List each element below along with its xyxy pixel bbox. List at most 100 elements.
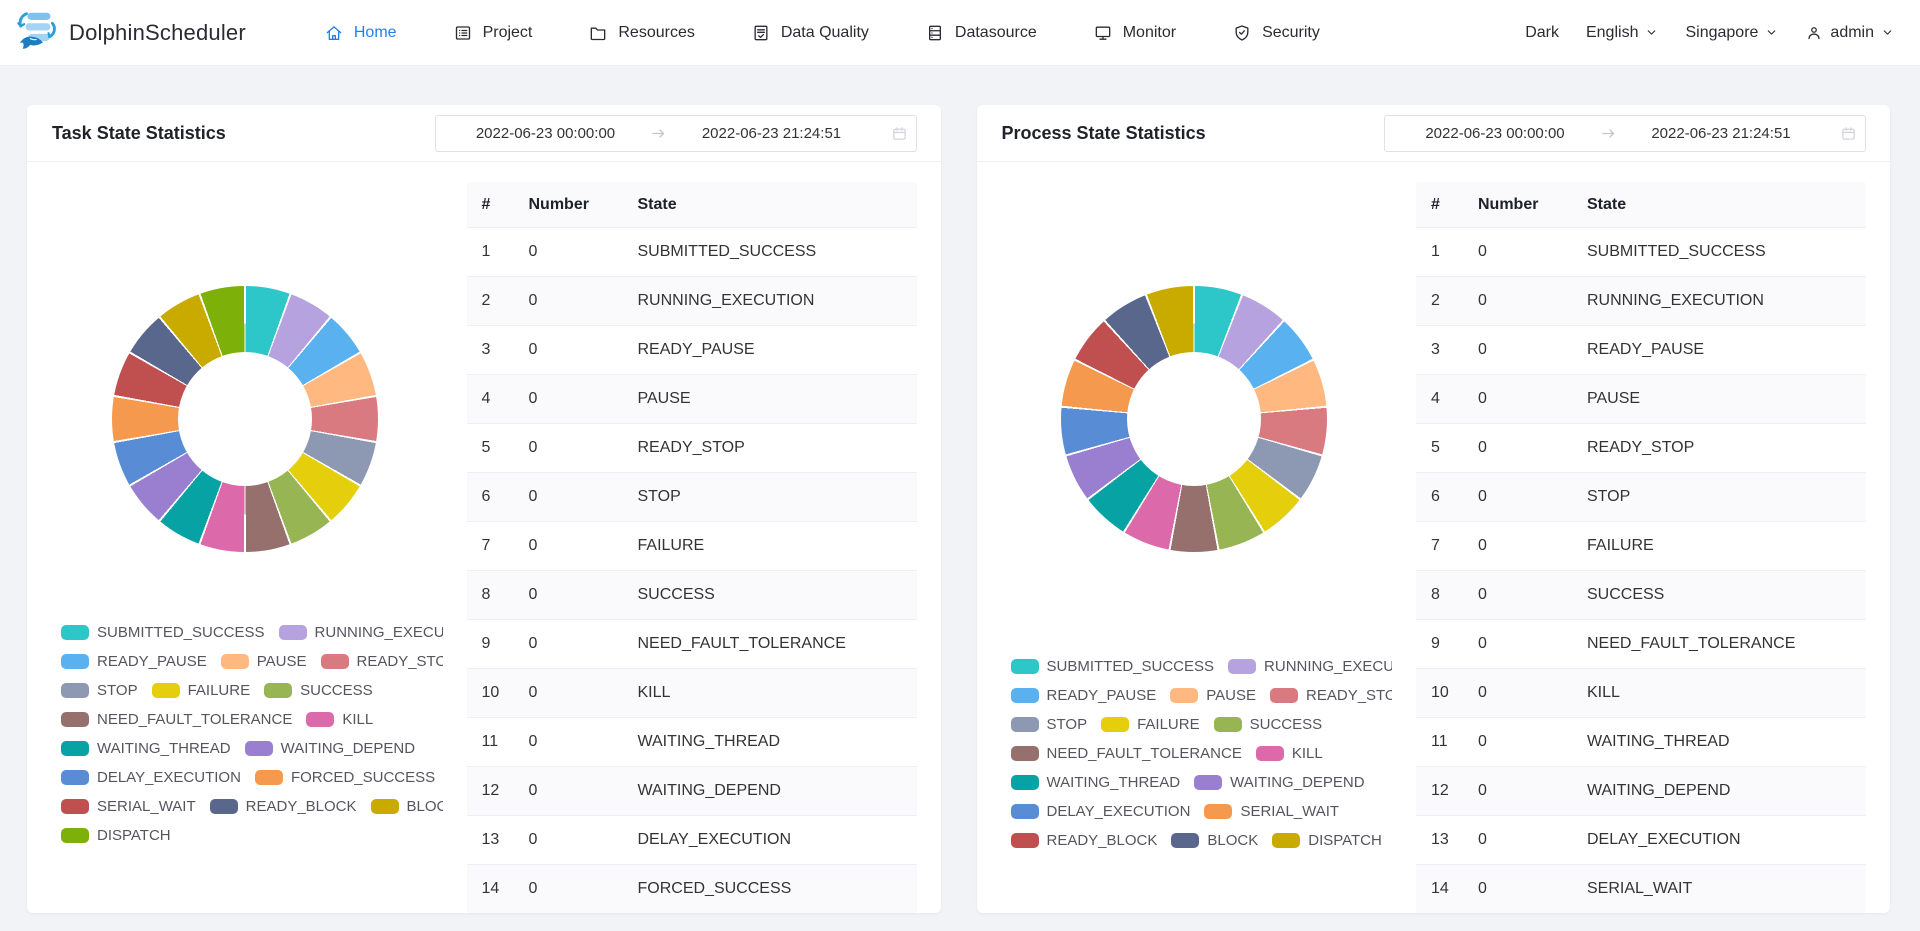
table-row: 80SUCCESS: [467, 571, 917, 620]
table-row: 70FAILURE: [467, 522, 917, 571]
nav-item-project[interactable]: Project: [453, 23, 533, 43]
range-arrow-icon: [1597, 125, 1619, 142]
legend-item[interactable]: SUBMITTED_SUCCESS: [61, 618, 265, 647]
state-table-body: 10SUBMITTED_SUCCESS20RUNNING_EXECUTION30…: [467, 228, 917, 913]
legend-item[interactable]: READY_BLOCK: [1011, 826, 1158, 855]
legend-item[interactable]: DISPATCH: [1272, 826, 1382, 855]
end-date-input[interactable]: 2022-06-23 21:24:51: [670, 125, 874, 142]
legend-item[interactable]: DELAY_EXECUTION: [61, 763, 241, 792]
legend-item[interactable]: WAITING_DEPEND: [1194, 768, 1364, 797]
legend-label: SUCCESS: [300, 682, 373, 699]
legend-item[interactable]: FORCED_SUCCESS: [255, 763, 435, 792]
legend-label: SUCCESS: [1250, 716, 1323, 733]
column-header-number: Number: [514, 196, 623, 214]
start-date-input[interactable]: 2022-06-23 00:00:00: [1393, 125, 1597, 142]
legend-color-chip: [371, 799, 399, 814]
nav-item-home[interactable]: Home: [324, 23, 397, 43]
date-range-picker[interactable]: 2022-06-23 00:00:00 2022-06-23 21:24:51: [1384, 115, 1866, 152]
legend-item[interactable]: DELAY_EXECUTION: [1011, 797, 1191, 826]
row-index: 4: [467, 390, 514, 408]
nav-item-datasource[interactable]: Datasource: [925, 23, 1037, 43]
dolphinscheduler-home-page: DolphinScheduler Home Project: [0, 0, 1920, 931]
legend-item[interactable]: KILL: [1256, 739, 1323, 768]
legend-item[interactable]: RUNNING_EXECUTION: [279, 618, 443, 647]
table-row: 40PAUSE: [1416, 375, 1866, 424]
legend-item[interactable]: READY_BLOCK: [210, 792, 357, 821]
row-index: 14: [1416, 880, 1463, 898]
legend-item[interactable]: PAUSE: [1170, 681, 1256, 710]
legend-color-chip: [1011, 804, 1039, 819]
legend-item[interactable]: SERIAL_WAIT: [1204, 797, 1339, 826]
legend-item[interactable]: FAILURE: [152, 676, 251, 705]
user-menu[interactable]: admin: [1805, 24, 1894, 42]
legend-color-chip: [1256, 746, 1284, 761]
top-navigation-bar: DolphinScheduler Home Project: [0, 0, 1920, 66]
date-range-picker[interactable]: 2022-06-23 00:00:00 2022-06-23 21:24:51: [435, 115, 917, 152]
legend-item[interactable]: KILL: [306, 705, 373, 734]
row-state: NEED_FAULT_TOLERANCE: [623, 635, 917, 653]
calendar-icon[interactable]: [874, 125, 908, 142]
row-state: RUNNING_EXECUTION: [1572, 292, 1866, 310]
legend-item[interactable]: DISPATCH: [61, 821, 171, 850]
nav-item-resources[interactable]: Resources: [588, 23, 694, 43]
legend-item[interactable]: SUCCESS: [264, 676, 373, 705]
legend-item[interactable]: STOP: [61, 676, 138, 705]
row-index: 5: [1416, 439, 1463, 457]
row-index: 9: [467, 635, 514, 653]
legend-item[interactable]: READY_PAUSE: [61, 647, 207, 676]
end-date-input[interactable]: 2022-06-23 21:24:51: [1619, 125, 1823, 142]
dolphinscheduler-logo[interactable]: DolphinScheduler: [15, 7, 246, 58]
table-row: 100KILL: [467, 669, 917, 718]
table-header-row: # Number State: [467, 182, 917, 228]
legend-color-chip: [1272, 833, 1300, 848]
legend-item[interactable]: SUCCESS: [1214, 710, 1323, 739]
legend-label: KILL: [342, 711, 373, 728]
legend-item[interactable]: READY_PAUSE: [1011, 681, 1157, 710]
legend-item[interactable]: SUBMITTED_SUCCESS: [1011, 652, 1215, 681]
legend-label: SERIAL_WAIT: [97, 798, 196, 815]
legend-label: PAUSE: [1206, 687, 1256, 704]
row-index: 2: [467, 292, 514, 310]
process-state-donut-chart[interactable]: [1061, 286, 1327, 552]
language-select[interactable]: English: [1586, 24, 1658, 42]
table-row: 100KILL: [1416, 669, 1866, 718]
nav-item-data-quality[interactable]: Data Quality: [751, 23, 869, 43]
legend-label: READY_PAUSE: [1047, 687, 1157, 704]
legend-item[interactable]: READY_STOP: [1270, 681, 1392, 710]
legend-item[interactable]: NEED_FAULT_TOLERANCE: [1011, 739, 1242, 768]
row-state: NEED_FAULT_TOLERANCE: [1572, 635, 1866, 653]
chevron-down-icon: [1765, 26, 1778, 39]
nav-item-monitor[interactable]: Monitor: [1093, 23, 1176, 43]
nav-item-security[interactable]: Security: [1232, 23, 1320, 43]
calendar-icon[interactable]: [1823, 125, 1857, 142]
theme-toggle-button[interactable]: Dark: [1525, 24, 1559, 42]
legend-item[interactable]: FAILURE: [1101, 710, 1200, 739]
legend-item[interactable]: RUNNING_EXECUTION: [1228, 652, 1392, 681]
row-number: 0: [1463, 733, 1572, 751]
start-date-input[interactable]: 2022-06-23 00:00:00: [444, 125, 648, 142]
legend-label: PAUSE: [257, 653, 307, 670]
legend-color-chip: [61, 625, 89, 640]
legend-item[interactable]: SERIAL_WAIT: [61, 792, 196, 821]
legend-item[interactable]: BLOCK: [1171, 826, 1258, 855]
row-number: 0: [1463, 537, 1572, 555]
topbar-controls: Dark English Singapore admin: [1525, 24, 1894, 42]
row-state: WAITING_THREAD: [623, 733, 917, 751]
legend-item[interactable]: WAITING_THREAD: [61, 734, 231, 763]
row-index: 1: [467, 243, 514, 261]
row-index: 8: [1416, 586, 1463, 604]
timezone-select[interactable]: Singapore: [1685, 24, 1778, 42]
task-state-donut-chart[interactable]: [112, 286, 378, 552]
legend-label: DELAY_EXECUTION: [1047, 803, 1191, 820]
legend-item[interactable]: WAITING_DEPEND: [245, 734, 415, 763]
legend-label: READY_BLOCK: [1047, 832, 1158, 849]
legend-item[interactable]: BLOCK: [371, 792, 443, 821]
column-header-state: State: [1572, 196, 1866, 214]
table-row: 90NEED_FAULT_TOLERANCE: [467, 620, 917, 669]
legend-item[interactable]: STOP: [1011, 710, 1088, 739]
legend-item[interactable]: NEED_FAULT_TOLERANCE: [61, 705, 292, 734]
row-number: 0: [514, 782, 623, 800]
legend-item[interactable]: READY_STOP: [321, 647, 443, 676]
legend-item[interactable]: PAUSE: [221, 647, 307, 676]
legend-item[interactable]: WAITING_THREAD: [1011, 768, 1181, 797]
